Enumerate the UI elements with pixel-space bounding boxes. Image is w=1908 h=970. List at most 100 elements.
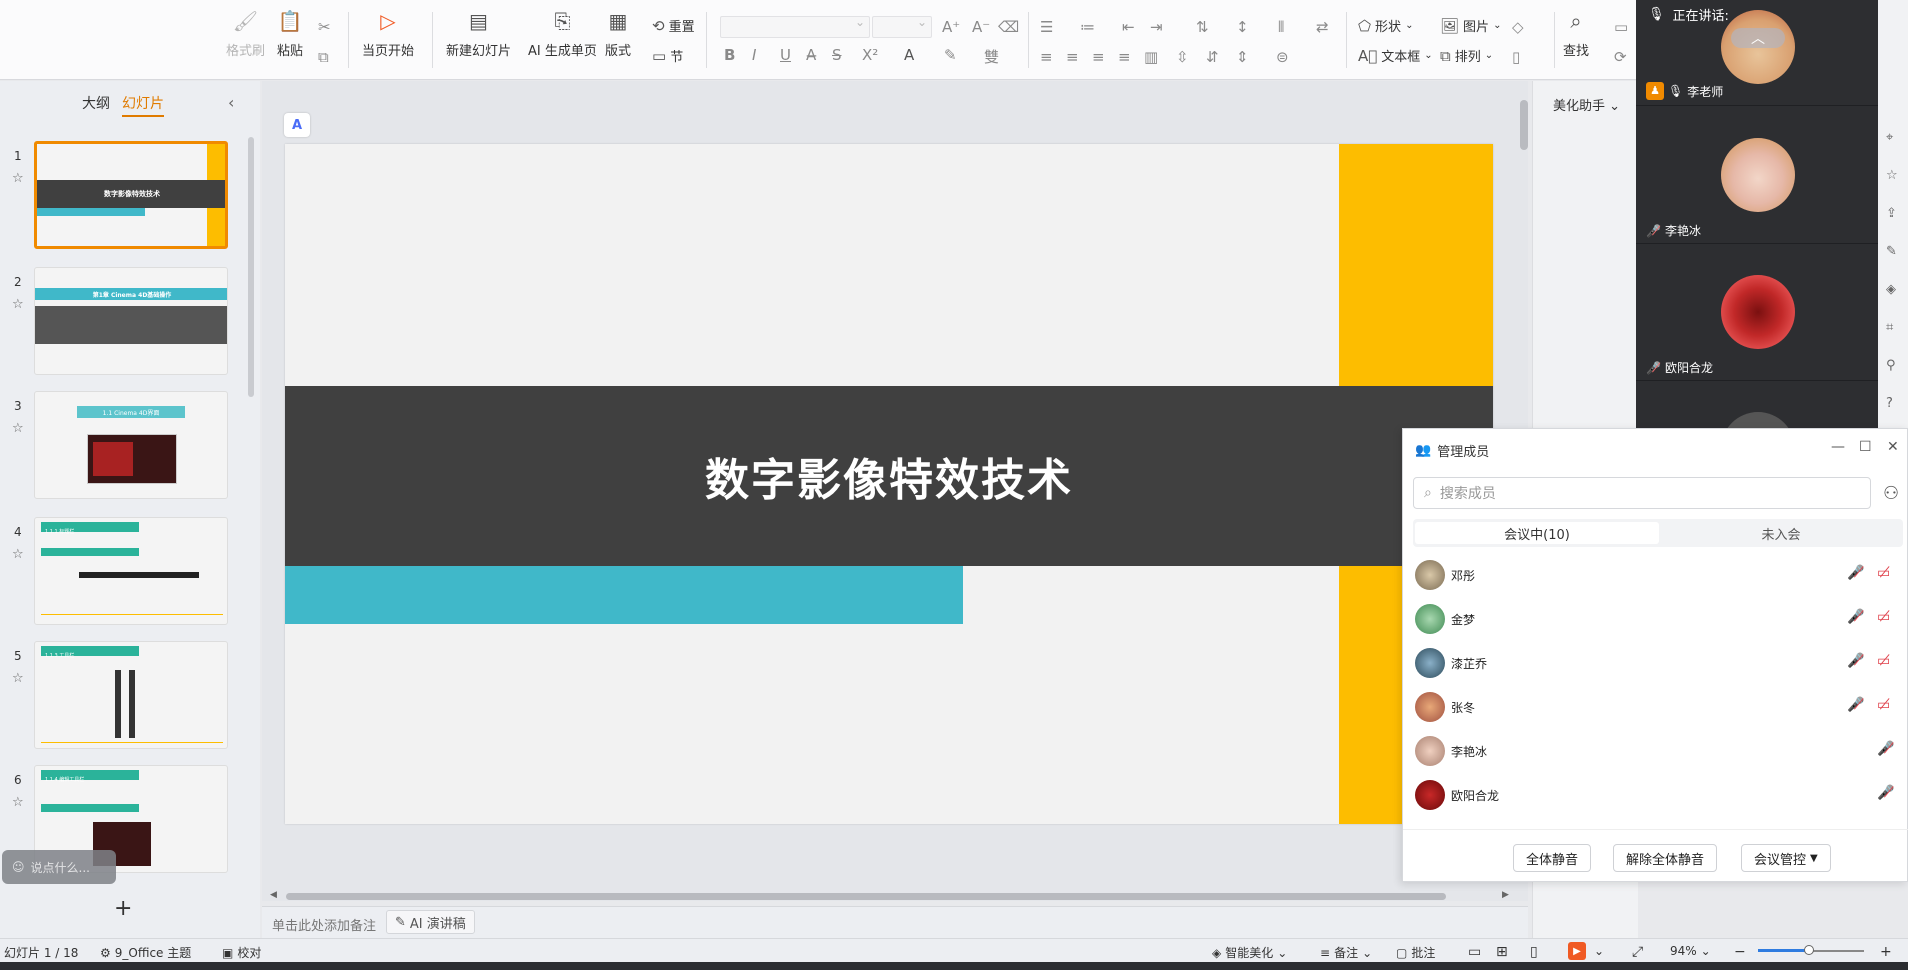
bold-icon[interactable]: B (724, 46, 735, 64)
slide-thumbnail[interactable]: 1 ☆ 数字影像特效技术 (0, 141, 240, 253)
zoom-slider-handle[interactable] (1804, 945, 1814, 955)
justify-icon[interactable]: ≡ (1118, 48, 1131, 66)
star-icon[interactable]: ☆ (12, 795, 24, 810)
align-left-icon[interactable]: ≡ (1040, 48, 1053, 66)
indent-icon[interactable]: ⇥ (1150, 18, 1163, 36)
fit-window-icon[interactable]: ⤢ (1632, 944, 1643, 960)
slide-thumbnail[interactable]: 3 ☆ 1.1 Cinema 4D界面 (0, 391, 240, 503)
more-icon[interactable]: ▭ (1614, 18, 1628, 36)
line-spacing-icon[interactable]: ↕ (1236, 18, 1249, 36)
paste-button[interactable]: 📋 粘贴 (276, 8, 304, 59)
camera-off-icon[interactable]: ▭̸ (1877, 697, 1890, 713)
collapse-panel-icon[interactable]: ‹ (228, 93, 234, 112)
video-tile[interactable]: ︿ ♟ 🎙 李老师 (1636, 0, 1878, 106)
spacing-icon[interactable]: ⇕ (1236, 48, 1249, 66)
font-color-icon[interactable]: A (904, 46, 914, 64)
camera-off-icon[interactable]: ▭̸ (1877, 609, 1890, 625)
mic-muted-icon[interactable]: 🎤̸ (1847, 697, 1864, 713)
new-slide-button[interactable]: ▤ 新建幻灯片 (446, 8, 511, 59)
proofread-button[interactable]: ▣ 校对 (222, 944, 261, 961)
distribute-icon[interactable]: ▥ (1144, 48, 1158, 66)
strikethrough-icon[interactable]: S (832, 46, 842, 64)
scroll-left-icon[interactable]: ◀ (270, 890, 277, 900)
fill-icon[interactable]: ◇ (1512, 18, 1524, 36)
tab-not-joined[interactable]: 未入会 (1659, 522, 1903, 544)
bullets-icon[interactable]: ☰ (1040, 18, 1053, 36)
ai-script-button[interactable]: ✎ AI 演讲稿 (386, 910, 475, 934)
camera-off-icon[interactable]: ▭̸ (1877, 565, 1890, 581)
underline-icon[interactable]: U (780, 46, 791, 64)
slideshow-dropdown-icon[interactable]: ⌄ (1594, 944, 1604, 958)
normal-view-icon[interactable]: ▭ (1468, 944, 1481, 960)
mute-all-button[interactable]: 全体静音 (1513, 844, 1592, 872)
close-icon[interactable]: ✕ (1887, 439, 1899, 455)
tab-outline[interactable]: 大纲 (82, 93, 110, 117)
add-slide-icon[interactable]: + (114, 896, 132, 921)
mic-muted-icon[interactable]: 🎤̸ (1847, 609, 1864, 625)
char-spacing-icon[interactable]: 雙 (984, 46, 999, 67)
star-icon[interactable]: ☆ (12, 671, 24, 686)
text-fit-icon[interactable]: ⊜ (1276, 48, 1289, 66)
pin-icon[interactable]: ⌖ (1886, 130, 1893, 145)
star-icon[interactable]: ☆ (1886, 168, 1898, 183)
format-painter-button[interactable]: 🖌 格式刷 (226, 8, 265, 59)
text-direction-icon[interactable]: ⇅ (1196, 18, 1209, 36)
list-item[interactable]: 漆芷乔 🎤̸ ▭̸ (1403, 641, 1908, 685)
help-icon[interactable]: ? (1886, 396, 1893, 411)
video-tile[interactable]: 🎤̸ 李艳冰 (1636, 108, 1878, 244)
picture-button[interactable]: 🖼 图片 ⌄ (1440, 16, 1501, 36)
convert-icon[interactable]: ⇄ (1316, 18, 1329, 36)
vertical-align-icon[interactable]: ⇳ (1176, 48, 1189, 66)
shape-button[interactable]: ⬠ 形状 ⌄ (1358, 16, 1413, 36)
copy-icon[interactable]: ⧉ (318, 48, 329, 66)
list-item[interactable]: 欧阳合龙 🎤̸ (1403, 773, 1908, 817)
outdent-icon[interactable]: ⇤ (1122, 18, 1135, 36)
superscript-icon[interactable]: X² (862, 46, 878, 64)
crop-icon[interactable]: ⌗ (1886, 320, 1893, 335)
video-tile[interactable]: 🎤̸ 欧阳合龙 (1636, 245, 1878, 381)
maximize-icon[interactable]: ☐ (1859, 439, 1872, 455)
slide-title[interactable]: 数字影像特效技术 (705, 444, 1073, 508)
highlight-icon[interactable]: ✎ (944, 46, 957, 64)
cut-icon[interactable]: ✂ (318, 18, 331, 36)
arrange-button[interactable]: ⧉ 排列 ⌄ (1440, 46, 1493, 66)
beautify-assistant-title[interactable]: 美化助手 ⌄ (1553, 95, 1620, 114)
camera-off-icon[interactable]: ▭̸ (1877, 653, 1890, 669)
list-item[interactable]: 张冬 🎤̸ ▭̸ (1403, 685, 1908, 729)
star-icon[interactable]: ☆ (12, 297, 24, 312)
strike-icon[interactable]: A̶ (806, 46, 816, 64)
outline-icon[interactable]: ▯ (1512, 48, 1520, 66)
tab-slides[interactable]: 幻灯片 (122, 93, 164, 117)
replace-icon[interactable]: ⟳ (1614, 48, 1627, 66)
chevron-up-icon[interactable]: ︿ (1731, 28, 1785, 48)
shrink-font-icon[interactable]: A⁻ (972, 18, 990, 36)
list-item[interactable]: 邓彤 🎤̸ ▭̸ (1403, 553, 1908, 597)
mic-muted-icon[interactable]: 🎤̸ (1847, 565, 1864, 581)
list-item[interactable]: 李艳冰 🎤̸ (1403, 729, 1908, 773)
brush-icon[interactable]: ✎ (1886, 244, 1897, 259)
star-icon[interactable]: ☆ (12, 171, 24, 186)
clear-format-icon[interactable]: ⌫ (998, 18, 1019, 36)
shape-icon[interactable]: ◈ (1886, 282, 1896, 297)
zoom-level[interactable]: 94% ⌄ (1670, 944, 1711, 958)
ai-assistant-icon[interactable]: A (284, 113, 310, 137)
mic-muted-icon[interactable]: 🎤̸ (1877, 741, 1894, 757)
font-size-select[interactable] (872, 15, 932, 38)
minimize-icon[interactable]: — (1831, 439, 1845, 455)
scroll-right-icon[interactable]: ▶ (1502, 890, 1509, 900)
share-icon[interactable]: ⇪ (1886, 206, 1897, 221)
slideshow-play-icon[interactable]: ▶ (1568, 942, 1586, 960)
link-icon[interactable]: ⚲ (1886, 358, 1896, 373)
reading-view-icon[interactable]: ▯ (1530, 944, 1538, 960)
meeting-control-button[interactable]: 会议管控 ▼ (1741, 844, 1831, 872)
star-icon[interactable]: ☆ (12, 421, 24, 436)
align-center-icon[interactable]: ≡ (1066, 48, 1079, 66)
ai-generate-button[interactable]: ⎘ AI 生成单页 (528, 8, 597, 59)
zoom-in-icon[interactable]: + (1880, 944, 1892, 960)
play-from-current-button[interactable]: ▷ 当页开始 (362, 8, 414, 59)
textbox-button[interactable]: A⃞ 文本框 ⌄ (1358, 46, 1433, 66)
slide-thumbnail[interactable]: 4 ☆ 1.1.1 标题栏 (0, 517, 240, 629)
notes-placeholder[interactable]: 单击此处添加备注 (272, 915, 376, 934)
find-button[interactable]: ⌕ 查找 (1562, 8, 1590, 59)
grid-view-icon[interactable]: ⊞ (1496, 944, 1508, 960)
